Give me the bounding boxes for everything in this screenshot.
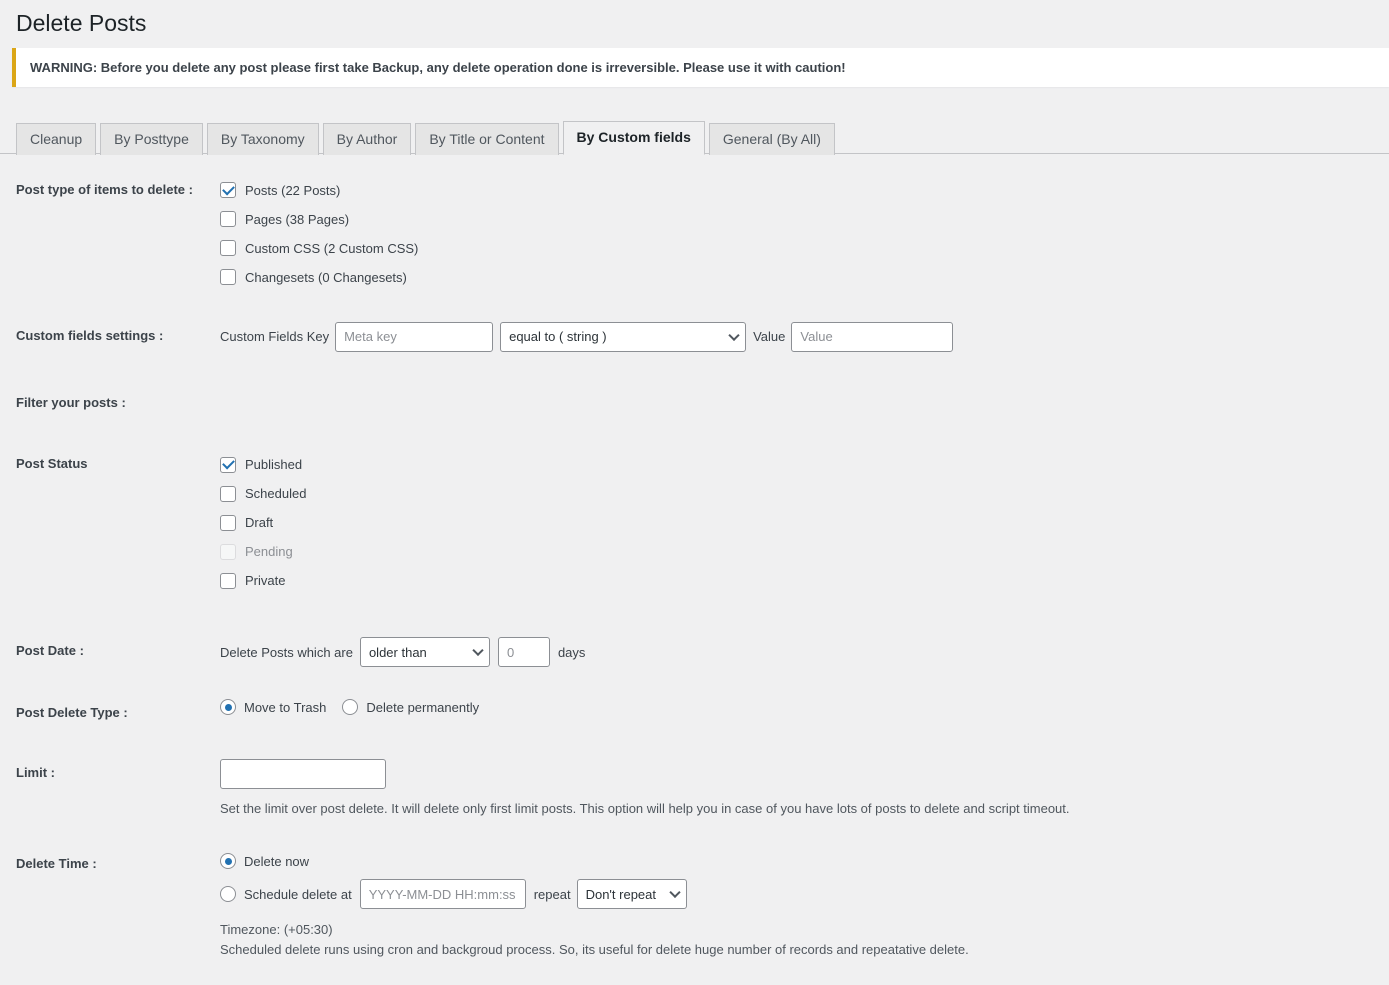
delete-type-radio[interactable]: [220, 699, 236, 716]
tab-cleanup[interactable]: Cleanup: [16, 122, 97, 155]
tab-by-posttype[interactable]: By Posttype: [100, 122, 203, 155]
limit-help-text: Set the limit over post delete. It will …: [220, 800, 1070, 816]
post-date-prefix-text: Delete Posts which are: [220, 644, 353, 660]
post-status-checkbox[interactable]: [220, 456, 236, 473]
tab-bar: Cleanup By Posttype By Taxonomy By Author By…: [0, 116, 1389, 155]
warning-notice: WARNING: Before you delete any post plea…: [12, 47, 1389, 87]
tab-general-by-all[interactable]: General (By All): [708, 122, 835, 155]
delete-type-label: Move to Trash: [244, 699, 327, 715]
schedule-delete-option[interactable]: Schedule delete at repeat Don't repeat: [220, 879, 1389, 910]
repeat-select[interactable]: Don't repeat: [576, 879, 687, 910]
schedule-delete-label: Schedule delete at: [244, 886, 352, 902]
limit-label: Limit :: [16, 764, 55, 780]
filter-posts-label: Filter your posts :: [16, 394, 126, 410]
delete-type-option[interactable]: Delete permanently: [342, 699, 480, 716]
custom-fields-compare-select[interactable]: equal to ( string ): [500, 321, 747, 352]
post-status-item[interactable]: Scheduled: [220, 479, 1389, 508]
custom-fields-row: Custom fields settings : Custom Fields K…: [0, 321, 1389, 352]
post-date-suffix-text: days: [557, 644, 586, 660]
post-status-item: Pending: [220, 537, 1389, 566]
post-status-checkbox[interactable]: [220, 514, 236, 531]
page-title: Delete Posts: [16, 10, 147, 36]
cron-help-text: Scheduled delete runs using cron and bac…: [220, 941, 969, 957]
post-status-checkbox[interactable]: [220, 485, 236, 502]
post-type-label: Custom CSS (2 Custom CSS): [245, 240, 419, 256]
post-status-checkbox: [220, 543, 236, 560]
tab-by-custom-fields[interactable]: By Custom fields: [562, 120, 705, 155]
schedule-delete-datetime-input[interactable]: [359, 879, 526, 910]
post-type-item[interactable]: Pages (38 Pages): [220, 205, 1389, 234]
post-status-checkbox-group: Published Scheduled Draft Pending Private: [220, 450, 1389, 595]
post-type-checkbox[interactable]: [220, 240, 236, 257]
post-type-item[interactable]: Posts (22 Posts): [220, 176, 1389, 205]
post-type-item[interactable]: Changesets (0 Changesets): [220, 263, 1389, 292]
post-status-label: Pending: [245, 544, 293, 560]
delete-now-option[interactable]: Delete now: [220, 850, 1389, 872]
custom-fields-key-label: Custom Fields Key: [220, 329, 330, 345]
chevron-down-icon: [668, 887, 681, 899]
post-status-label: Private: [245, 573, 286, 589]
tab-by-taxonomy[interactable]: By Taxonomy: [206, 122, 319, 155]
post-date-label: Post Date :: [16, 643, 84, 659]
post-type-row: Post type of items to delete : Posts (22…: [0, 176, 1389, 292]
delete-time-row: Delete Time : Delete now Schedule delete…: [0, 850, 1389, 959]
post-type-label: Changesets (0 Changesets): [245, 269, 407, 285]
chevron-down-icon: [472, 645, 484, 657]
post-status-label: Post Status: [16, 456, 88, 472]
post-type-checkbox[interactable]: [220, 211, 236, 228]
post-status-row: Post Status Published Scheduled Draft Pendi…: [0, 450, 1389, 595]
post-status-label: Draft: [245, 515, 274, 531]
filter-posts-row: Filter your posts :: [0, 389, 1389, 413]
post-type-item[interactable]: Custom CSS (2 Custom CSS): [220, 234, 1389, 263]
chevron-down-icon: [728, 329, 740, 341]
post-status-item[interactable]: Published: [220, 450, 1389, 479]
delete-type-radio[interactable]: [342, 699, 359, 716]
limit-input[interactable]: [220, 758, 386, 789]
post-status-label: Scheduled: [245, 486, 307, 502]
post-delete-type-label: Post Delete Type :: [16, 705, 128, 721]
post-status-item[interactable]: Draft: [220, 508, 1389, 537]
delete-type-option[interactable]: Move to Trash: [220, 699, 327, 716]
post-type-checkbox[interactable]: [220, 269, 236, 286]
delete-now-radio[interactable]: [220, 853, 236, 870]
post-type-label: Post type of items to delete :: [16, 181, 193, 197]
post-type-checkbox-group: Posts (22 Posts) Pages (38 Pages) Custom C…: [220, 176, 1389, 292]
warning-notice-text: WARNING: Before you delete any post plea…: [30, 59, 846, 75]
schedule-delete-radio[interactable]: [220, 886, 236, 903]
repeat-label: repeat: [533, 886, 571, 902]
timezone-text: Timezone: (+05:30): [220, 922, 333, 938]
custom-fields-key-input[interactable]: [335, 321, 494, 352]
post-type-label: Posts (22 Posts): [245, 182, 341, 198]
post-date-operator-value: older than: [368, 644, 427, 660]
tab-list: Cleanup By Posttype By Taxonomy By Author By…: [16, 116, 1389, 155]
post-status-item[interactable]: Private: [220, 566, 1389, 595]
repeat-value: Don't repeat: [585, 886, 656, 902]
custom-fields-label: Custom fields settings :: [16, 327, 164, 343]
post-date-days-input[interactable]: [497, 637, 550, 668]
limit-row: Limit : Set the limit over post delete. …: [0, 758, 1389, 819]
delete-type-label: Delete permanently: [366, 699, 480, 715]
delete-posts-form: Post type of items to delete : Posts (22…: [0, 176, 1389, 985]
delete-time-label: Delete Time :: [16, 856, 97, 872]
post-status-checkbox[interactable]: [220, 572, 236, 589]
post-date-operator-select[interactable]: older than: [359, 637, 490, 668]
custom-fields-value-input[interactable]: [791, 321, 954, 352]
tab-by-title-or-content[interactable]: By Title or Content: [415, 122, 559, 155]
post-type-checkbox[interactable]: [220, 182, 236, 199]
custom-fields-compare-value: equal to ( string ): [509, 329, 607, 345]
delete-now-label: Delete now: [244, 853, 310, 869]
post-date-row: Post Date : Delete Posts which are older…: [0, 637, 1389, 668]
post-delete-type-row: Post Delete Type : Move to Trash Delete p…: [0, 699, 1389, 723]
post-type-label: Pages (38 Pages): [245, 211, 350, 227]
custom-fields-value-label: Value: [753, 329, 786, 345]
tab-by-author[interactable]: By Author: [322, 122, 412, 155]
post-delete-type-radio-group: Move to Trash Delete permanently: [220, 699, 1389, 716]
post-status-label: Published: [245, 457, 303, 473]
